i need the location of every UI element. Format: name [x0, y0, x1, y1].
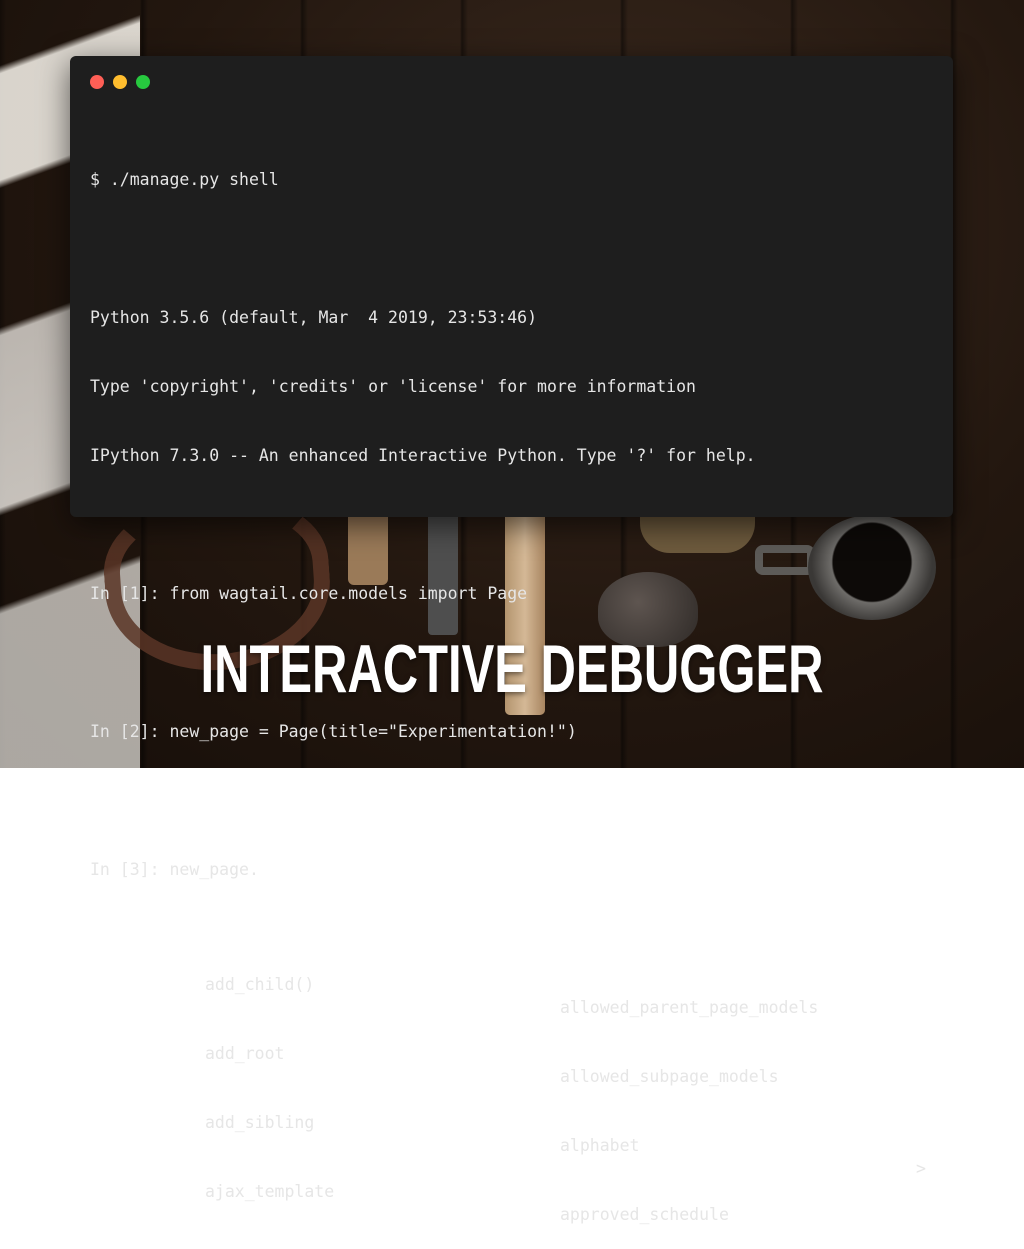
- python-version-line: Python 3.5.6 (default, Mar 4 2019, 23:53…: [90, 308, 538, 327]
- shell-command-line: $ ./manage.py shell: [90, 170, 279, 189]
- window-controls: [90, 75, 150, 89]
- completion-item[interactable]: add_child(): [205, 973, 314, 996]
- completion-item[interactable]: allowed_parent_page_models: [560, 996, 818, 1019]
- close-window-icon[interactable]: [90, 75, 104, 89]
- completion-row: ajax_template approved_schedule: [90, 1157, 933, 1224]
- completion-item[interactable]: add_sibling: [205, 1111, 314, 1134]
- input-line-2: In [2]: new_page = Page(title="Experimen…: [90, 722, 577, 741]
- completion-item[interactable]: alphabet: [560, 1134, 639, 1157]
- maximize-window-icon[interactable]: [136, 75, 150, 89]
- minimize-window-icon[interactable]: [113, 75, 127, 89]
- completion-item[interactable]: approved_schedule: [560, 1203, 729, 1226]
- completion-row: add_child() allowed_parent_page_models: [90, 950, 933, 1017]
- input-line-3[interactable]: In [3]: new_page.: [90, 858, 933, 881]
- completion-row: add_sibling alphabet >: [90, 1088, 933, 1178]
- completion-item[interactable]: ajax_template: [205, 1180, 334, 1203]
- input-line-1: In [1]: from wagtail.core.models import …: [90, 584, 528, 603]
- completion-item[interactable]: allowed_subpage_models: [560, 1065, 779, 1088]
- completion-item[interactable]: add_root: [205, 1042, 284, 1065]
- copyright-info-line: Type 'copyright', 'credits' or 'license'…: [90, 377, 696, 396]
- completion-row: add_root allowed_subpage_models: [90, 1019, 933, 1086]
- terminal-window[interactable]: $ ./manage.py shell Python 3.5.6 (defaul…: [70, 56, 953, 1224]
- slide-title: INTERACTIVE DEBUGGER: [200, 631, 824, 707]
- ipython-version-line: IPython 7.3.0 -- An enhanced Interactive…: [90, 446, 756, 465]
